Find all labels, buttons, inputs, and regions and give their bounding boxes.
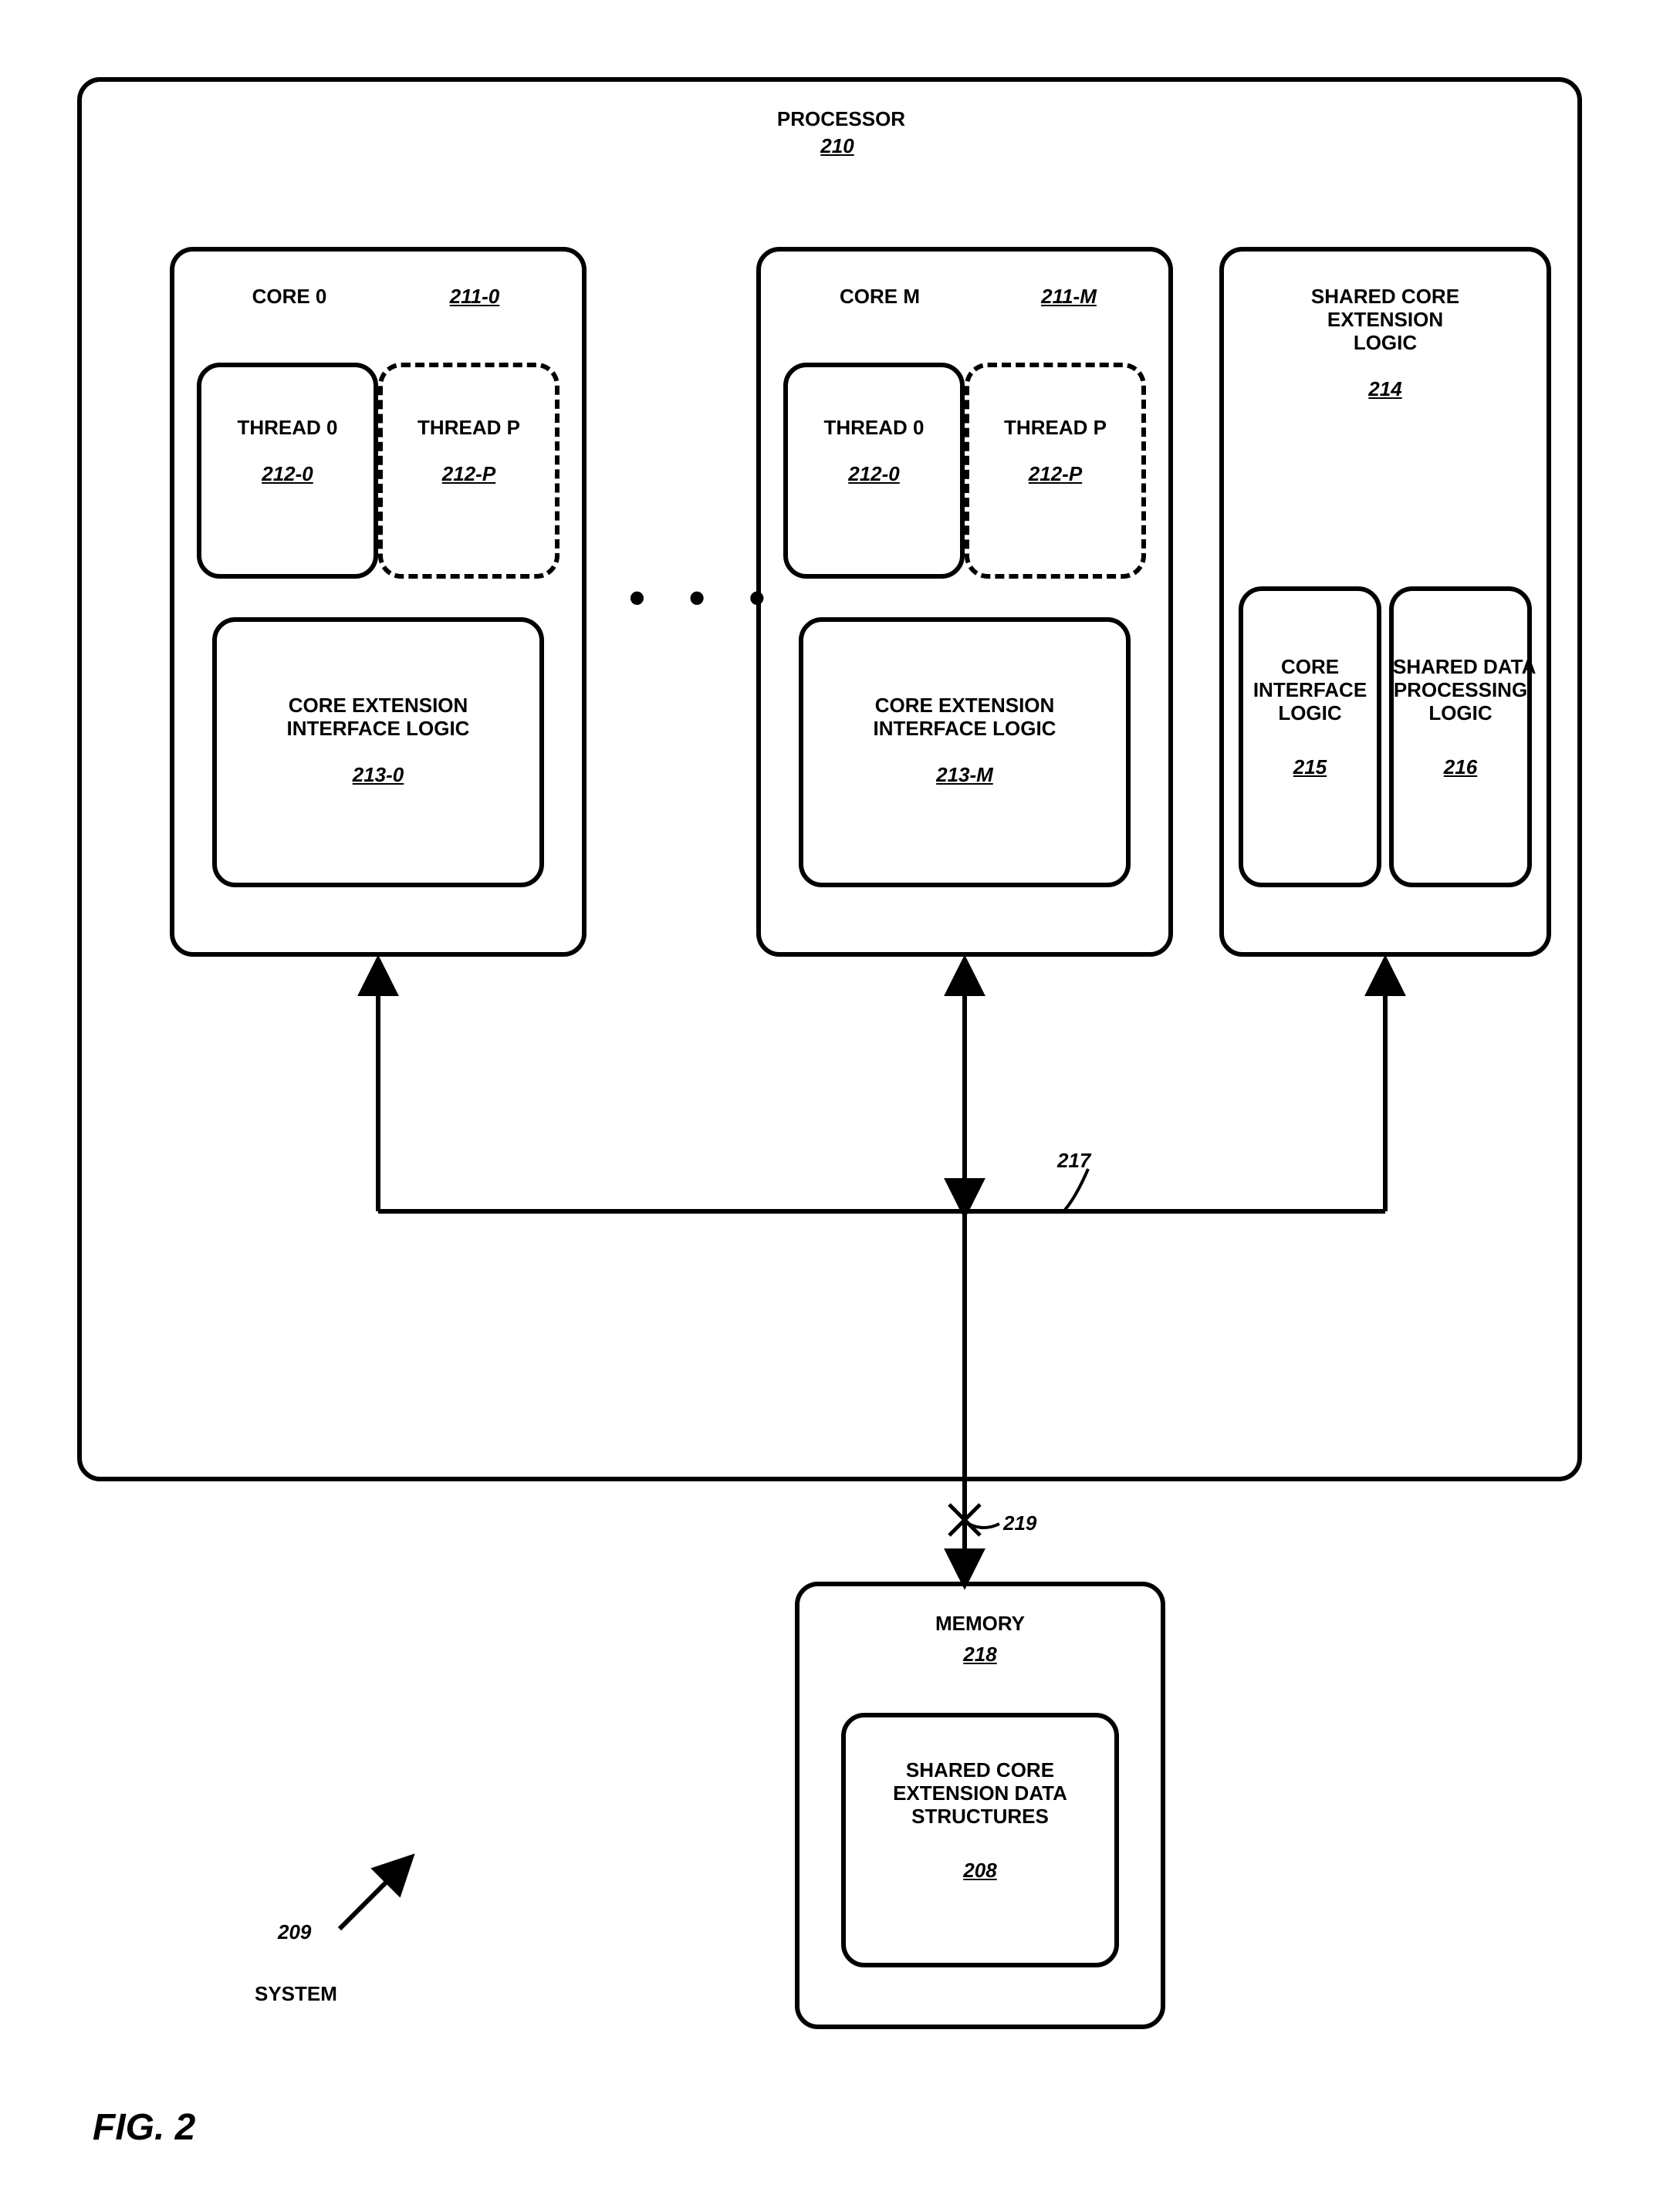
coreM-ceil-title: CORE EXTENSION INTERFACE LOGIC [806, 694, 1123, 741]
memory-inner-title: SHARED CORE EXTENSION DATA STRUCTURES [849, 1759, 1111, 1829]
coreM-threadP-title: THREAD P [972, 417, 1138, 440]
memory-inner-ref: 208 [849, 1859, 1111, 1883]
coreM-ceil-ref: 213-M [806, 764, 1123, 787]
coreM-ref: 211-M [1026, 285, 1111, 309]
processor-ref: 210 [803, 135, 872, 158]
core0-threadP-title: THREAD P [386, 417, 552, 440]
coreM-threadP-ref: 212-P [972, 463, 1138, 486]
coreM-thread0-ref: 212-0 [791, 463, 957, 486]
core0-ref: 211-0 [432, 285, 517, 309]
shared-cil-ref: 215 [1242, 756, 1378, 779]
shared-cil-box [1239, 586, 1381, 887]
bus-219-label: 219 [1003, 1512, 1036, 1535]
shared-cil-title: CORE INTERFACE LOGIC [1242, 656, 1378, 725]
shared-title: SHARED CORE EXTENSION LOGIC [1227, 285, 1543, 355]
core0-thread0-title: THREAD 0 [205, 417, 370, 440]
core0-threadP-ref: 212-P [386, 463, 552, 486]
shared-sdp-box [1389, 586, 1532, 887]
shared-sdp-title: SHARED DATA PROCESSING LOGIC [1393, 656, 1528, 725]
processor-title: PROCESSOR [756, 108, 926, 131]
memory-ref: 218 [803, 1643, 1158, 1667]
shared-sdp-ref: 216 [1393, 756, 1528, 779]
core0-ceil-title: CORE EXTENSION INTERFACE LOGIC [220, 694, 536, 741]
shared-ref: 214 [1227, 378, 1543, 401]
memory-title: MEMORY [803, 1613, 1158, 1636]
memory-inner-box [841, 1713, 1119, 1967]
core0-thread0-ref: 212-0 [205, 463, 370, 486]
coreM-thread0-title: THREAD 0 [791, 417, 957, 440]
core0-ceil-box [212, 617, 544, 887]
system-label: SYSTEM [255, 1983, 337, 2006]
core0-ceil-ref: 213-0 [220, 764, 536, 787]
system-ref: 209 [278, 1921, 311, 1944]
coreM-title: CORE M [818, 285, 941, 309]
coreM-ceil-box [799, 617, 1131, 887]
figure-label: FIG. 2 [93, 2106, 195, 2149]
bus-217-label: 217 [1057, 1150, 1090, 1173]
core0-title: CORE 0 [232, 285, 347, 309]
